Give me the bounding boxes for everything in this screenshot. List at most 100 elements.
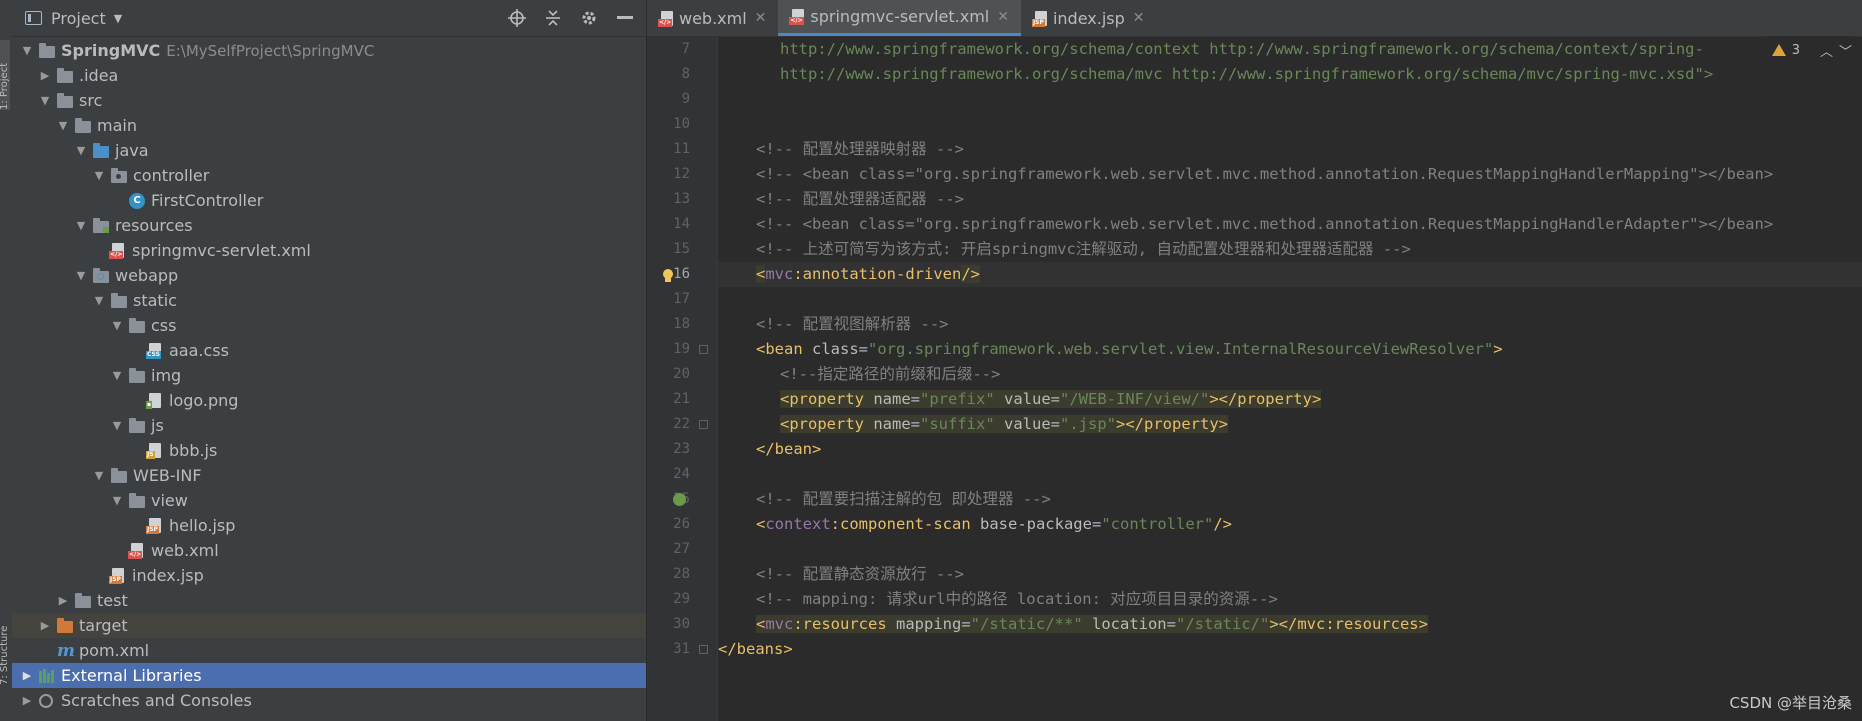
project-view-selector[interactable]: Project	[51, 9, 106, 28]
tree-item-label: bbb.js	[169, 441, 218, 460]
chevron-down-icon[interactable]: ▼	[74, 219, 88, 232]
lightbulb-icon[interactable]	[661, 268, 675, 284]
tree-item[interactable]: </> web.xml	[12, 538, 646, 563]
code-text: </beans>	[718, 640, 793, 658]
tree-item[interactable]: ▼ WEB-INF	[12, 463, 646, 488]
chevron-down-icon[interactable]: ▼	[92, 469, 106, 482]
chevron-down-icon[interactable]: ▼	[114, 12, 122, 25]
source-folder-icon	[93, 142, 109, 158]
code-line: <!-- <bean class="org.springframework.we…	[718, 212, 1862, 237]
chevron-down-icon[interactable]: ▼	[20, 44, 34, 57]
hide-panel-icon[interactable]	[614, 7, 636, 29]
code-line-current: <mvc:annotation-driven/>	[718, 262, 1862, 287]
tab-index-jsp[interactable]: JSP index.jsp ✕	[1021, 0, 1157, 36]
tree-item-label: img	[151, 366, 182, 385]
fold-icon[interactable]	[699, 345, 708, 354]
line-number: 23	[673, 441, 690, 457]
chevron-down-icon[interactable]: ▼	[74, 269, 88, 282]
resources-folder-icon	[93, 217, 109, 233]
chevron-down-icon[interactable]: ▼	[92, 294, 106, 307]
tree-item[interactable]: ▼ static	[12, 288, 646, 313]
tree-item[interactable]: ▼ img	[12, 363, 646, 388]
tree-item[interactable]: ▼ controller	[12, 163, 646, 188]
tree-item[interactable]: </> springmvc-servlet.xml	[12, 238, 646, 263]
code-text: <!-- 配置视图解析器 -->	[756, 315, 949, 333]
fold-icon[interactable]	[699, 420, 708, 429]
spring-bean-icon[interactable]	[673, 493, 686, 506]
line-number: 20	[673, 366, 690, 382]
tree-item[interactable]: ▪ logo.png	[12, 388, 646, 413]
tree-item[interactable]: ▶ test	[12, 588, 646, 613]
tree-item[interactable]: JSP hello.jsp	[12, 513, 646, 538]
structure-tool-tab[interactable]: 7: Structure	[0, 605, 10, 685]
code-text: "/static/**"	[970, 615, 1083, 633]
chevron-down-icon[interactable]: ▼	[110, 419, 124, 432]
tree-item[interactable]: ▼ webapp	[12, 263, 646, 288]
tree-item[interactable]: ▼ css	[12, 313, 646, 338]
tree-item[interactable]: ▼ src	[12, 88, 646, 113]
folder-icon	[111, 467, 127, 483]
locate-target-icon[interactable]	[506, 7, 528, 29]
chevron-down-icon[interactable]: ▼	[110, 369, 124, 382]
close-icon[interactable]: ✕	[997, 9, 1009, 25]
chevron-down-icon[interactable]: ﹀	[1839, 41, 1852, 60]
tree-item[interactable]: ▶ target	[12, 613, 646, 638]
chevron-down-icon[interactable]: ▼	[92, 169, 106, 182]
code-text: :annotation-driven	[793, 265, 962, 283]
tree-item[interactable]: ▼ view	[12, 488, 646, 513]
code-editor[interactable]: http://www.springframework.org/schema/co…	[718, 37, 1862, 721]
chevron-right-icon[interactable]: ▶	[20, 669, 34, 682]
tree-item-label: src	[79, 91, 103, 110]
tree-item[interactable]: m pom.xml	[12, 638, 646, 663]
tab-web-xml[interactable]: </> web.xml ✕	[647, 0, 778, 36]
xml-file-icon: </>	[658, 10, 673, 27]
tree-item[interactable]: ▶ .idea	[12, 63, 646, 88]
tree-item[interactable]: ▼ java	[12, 138, 646, 163]
tree-item[interactable]: ▼ resources	[12, 213, 646, 238]
code-text: mvc	[765, 265, 794, 283]
tab-label: web.xml	[679, 8, 747, 28]
line-number: 9	[681, 91, 690, 107]
chevron-down-icon[interactable]: ▼	[38, 94, 52, 107]
inspection-widget[interactable]: 3 ︿ ﹀	[1765, 36, 1852, 64]
code-line: <!--指定路径的前缀和后缀-->	[718, 362, 1862, 387]
line-number: 13	[673, 191, 690, 207]
chevron-right-icon[interactable]: ▶	[38, 619, 52, 632]
chevron-right-icon[interactable]: ▶	[56, 594, 70, 607]
code-text: mvc	[765, 615, 794, 633]
chevron-down-icon[interactable]: ▼	[74, 144, 88, 157]
chevron-right-icon[interactable]: ▶	[20, 694, 34, 707]
tab-springmvc-servlet-xml[interactable]: </> springmvc-servlet.xml ✕	[778, 0, 1021, 36]
collapse-all-icon[interactable]	[542, 7, 564, 29]
code-line: http://www.springframework.org/schema/co…	[718, 37, 1862, 62]
chevron-up-icon[interactable]: ︿	[1820, 41, 1833, 60]
tab-label: springmvc-servlet.xml	[810, 7, 990, 26]
fold-icon[interactable]	[699, 645, 708, 654]
tree-item[interactable]: ▶ Scratches and Consoles	[12, 688, 646, 713]
tree-item[interactable]: ▼ SpringMVC E:\MySelfProject\SpringMVC	[12, 38, 646, 63]
code-line: </bean>	[756, 440, 822, 458]
project-panel-header: Project ▼	[12, 0, 646, 37]
tree-item[interactable]: JS bbb.js	[12, 438, 646, 463]
chevron-right-icon[interactable]: ▶	[38, 69, 52, 82]
libraries-icon	[39, 668, 55, 683]
tree-item[interactable]: JSP index.jsp	[12, 563, 646, 588]
tree-item[interactable]: C FirstController	[12, 188, 646, 213]
tree-item[interactable]: ▼ main	[12, 113, 646, 138]
tree-item[interactable]: ▼ js	[12, 413, 646, 438]
code-text: <!-- <bean class="org.springframework.we…	[756, 215, 1774, 233]
close-icon[interactable]: ✕	[755, 10, 767, 26]
tree-item-label: css	[151, 316, 177, 335]
close-icon[interactable]: ✕	[1133, 10, 1145, 26]
project-view-icon	[25, 11, 42, 25]
chevron-down-icon[interactable]: ▼	[110, 494, 124, 507]
tree-item[interactable]: ▶ External Libraries	[12, 663, 646, 688]
chevron-down-icon[interactable]: ▼	[56, 119, 70, 132]
xml-file-icon: </>	[109, 243, 124, 259]
project-tool-tab[interactable]: 1: Project	[0, 40, 10, 110]
gear-icon[interactable]	[578, 7, 600, 29]
tree-item[interactable]: CSS aaa.css	[12, 338, 646, 363]
chevron-down-icon[interactable]: ▼	[110, 319, 124, 332]
css-file-icon: CSS	[146, 343, 161, 359]
tree-item-label: view	[151, 491, 188, 510]
